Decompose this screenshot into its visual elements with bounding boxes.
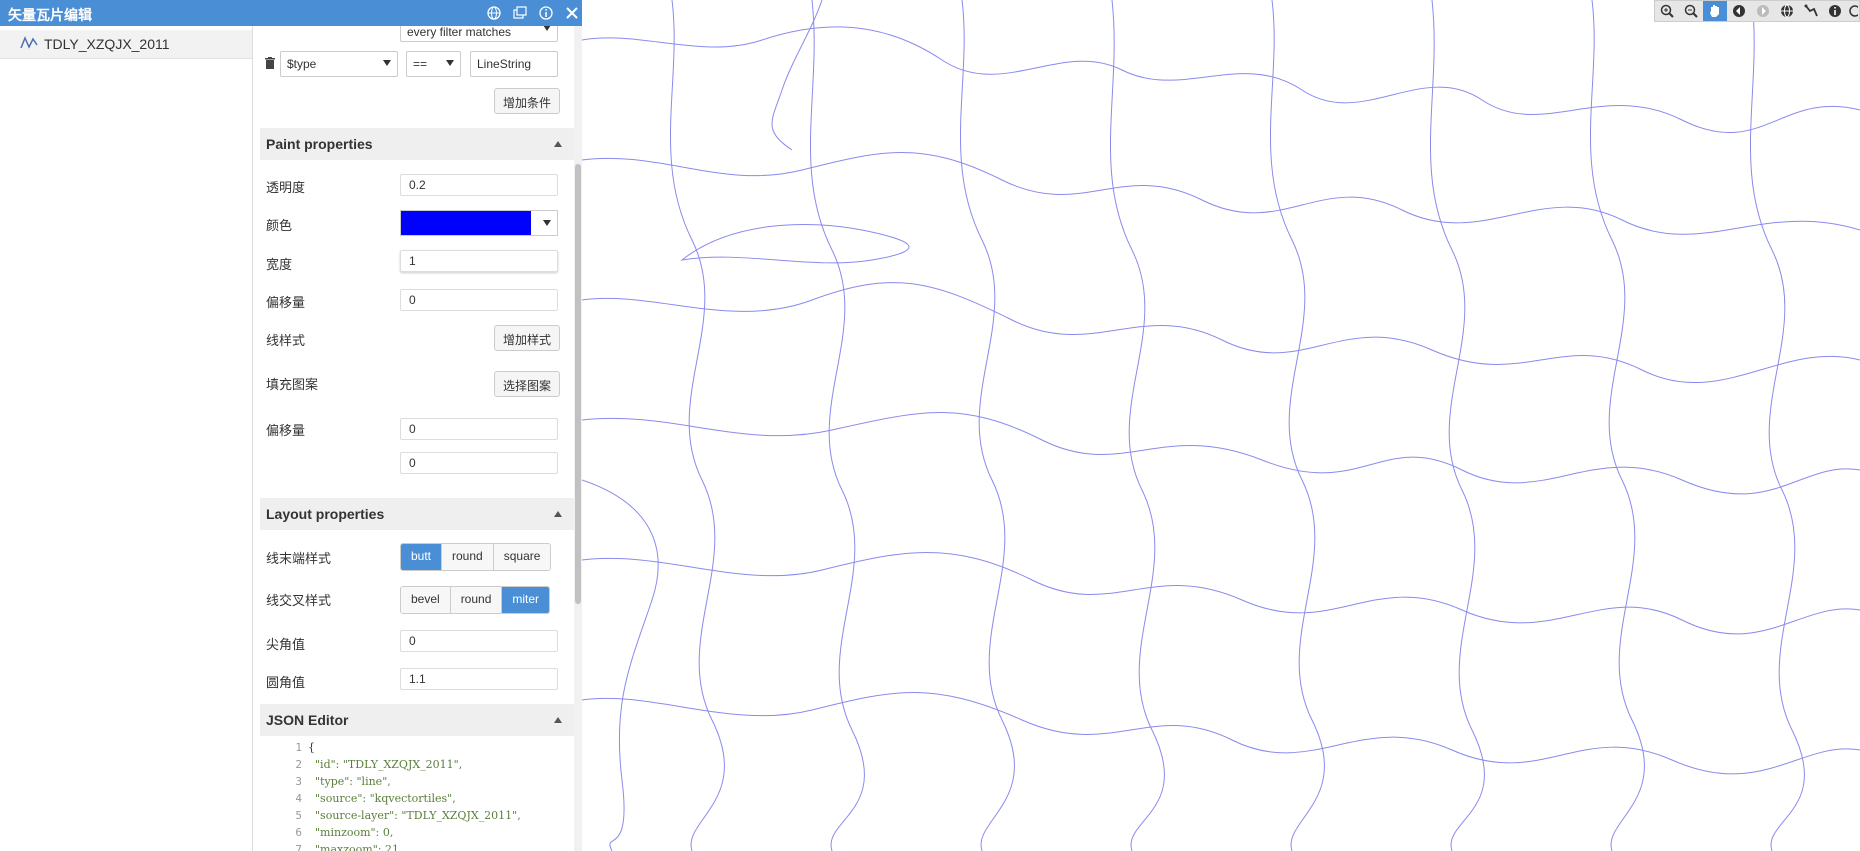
map-canvas[interactable] bbox=[582, 0, 1860, 851]
code-line: "maxzoom": 21 bbox=[308, 843, 399, 851]
dash-style-label: 线样式 bbox=[266, 333, 306, 348]
translate-y-input[interactable]: 0 bbox=[400, 452, 558, 474]
code-line: "source-layer": "TDLY_XZQJX_2011", bbox=[308, 809, 521, 822]
line-number: 7 bbox=[295, 843, 302, 851]
property-editor-panel: every filter matches $type == LineString… bbox=[260, 0, 574, 851]
color-picker[interactable] bbox=[400, 210, 558, 236]
line-join-label: 线交叉样式 bbox=[266, 593, 332, 608]
cap-option-square[interactable]: square bbox=[493, 544, 551, 570]
forward-icon[interactable] bbox=[1751, 1, 1775, 21]
layer-item-tdly-xzqjx-2011[interactable]: TDLY_XZQJX_2011 bbox=[0, 30, 252, 59]
close-icon[interactable] bbox=[562, 3, 582, 23]
line-number: 3 bbox=[295, 775, 302, 788]
layout-properties-title: Layout properties bbox=[266, 506, 385, 522]
layout-properties-header[interactable]: Layout properties bbox=[260, 498, 574, 530]
delete-condition-icon[interactable] bbox=[265, 57, 275, 72]
measure-icon[interactable] bbox=[1799, 1, 1823, 21]
round-limit-label: 圆角值 bbox=[266, 675, 306, 690]
offset-label: 偏移量 bbox=[266, 295, 306, 310]
globe-icon[interactable] bbox=[484, 3, 504, 23]
add-dash-style-button[interactable]: 增加样式 bbox=[494, 325, 561, 351]
filter-field-value: $type bbox=[287, 57, 317, 71]
line-number: 1 bbox=[295, 741, 302, 754]
filter-operator-select[interactable]: == bbox=[406, 51, 461, 77]
paint-properties-header[interactable]: Paint properties bbox=[260, 128, 574, 160]
layer-list-panel: TDLY_XZQJX_2011 bbox=[0, 0, 253, 851]
filter-value-input[interactable]: LineString bbox=[470, 51, 558, 77]
collapse-caret-icon bbox=[554, 717, 562, 723]
cap-option-round[interactable]: round bbox=[442, 544, 494, 570]
color-label: 颜色 bbox=[266, 218, 293, 233]
opacity-label: 透明度 bbox=[266, 180, 306, 195]
code-line: { bbox=[308, 741, 315, 754]
width-input[interactable]: 1 bbox=[400, 250, 558, 272]
code-line: "type": "line", bbox=[308, 775, 391, 788]
add-condition-button[interactable]: 增加条件 bbox=[494, 88, 561, 114]
panel-scrollbar[interactable] bbox=[574, 26, 582, 851]
translate-x-input[interactable]: 0 bbox=[400, 418, 558, 440]
editor-titlebar: 矢量瓦片编辑 bbox=[0, 0, 582, 26]
join-option-round[interactable]: round bbox=[450, 587, 503, 613]
filter-operator-value: == bbox=[413, 57, 428, 71]
collapse-caret-icon bbox=[554, 511, 562, 517]
miter-limit-label: 尖角值 bbox=[266, 637, 306, 652]
paint-properties-title: Paint properties bbox=[266, 136, 373, 152]
layer-item-label: TDLY_XZQJX_2011 bbox=[44, 36, 170, 52]
join-option-bevel[interactable]: bevel bbox=[401, 587, 451, 613]
width-label: 宽度 bbox=[266, 257, 293, 272]
line-layer-icon bbox=[20, 35, 38, 53]
zoom-out-icon[interactable] bbox=[1679, 1, 1703, 21]
json-code-editor[interactable]: 1 { 2 "id": "TDLY_XZQJX_2011", 3 "type":… bbox=[260, 737, 574, 851]
back-icon[interactable] bbox=[1727, 1, 1751, 21]
info-icon[interactable] bbox=[536, 3, 556, 23]
collapse-caret-icon bbox=[554, 141, 562, 147]
code-line: "minzoom": 0, bbox=[308, 826, 394, 839]
code-line: "source": "kqvectortiles", bbox=[308, 792, 456, 805]
chevron-down-icon bbox=[543, 220, 551, 226]
scrollbar-thumb[interactable] bbox=[575, 164, 581, 604]
opacity-input[interactable]: 0.2 bbox=[400, 174, 558, 196]
json-editor-header[interactable]: JSON Editor bbox=[260, 704, 574, 736]
globe-icon[interactable] bbox=[1775, 1, 1799, 21]
line-cap-toggle: butt round square bbox=[400, 543, 552, 571]
miter-limit-input[interactable]: 0 bbox=[400, 630, 558, 652]
zoom-in-icon[interactable] bbox=[1655, 1, 1679, 21]
line-join-toggle: bevel round miter bbox=[400, 586, 551, 614]
line-number: 4 bbox=[295, 792, 302, 805]
filter-value-text: LineString bbox=[477, 57, 532, 71]
pattern-label: 填充图案 bbox=[266, 377, 319, 392]
select-pattern-button[interactable]: 选择图案 bbox=[494, 371, 561, 397]
more-icon[interactable] bbox=[1847, 1, 1859, 21]
color-swatch bbox=[401, 211, 531, 235]
map-toolbar bbox=[1654, 0, 1860, 22]
filter-mode-value: every filter matches bbox=[407, 25, 512, 39]
line-number: 6 bbox=[295, 826, 302, 839]
round-limit-input[interactable]: 1.1 bbox=[400, 668, 558, 690]
line-cap-label: 线末端样式 bbox=[266, 551, 332, 566]
cap-option-butt[interactable]: butt bbox=[401, 544, 443, 570]
admin-boundaries bbox=[582, 0, 1860, 851]
join-option-miter[interactable]: miter bbox=[502, 587, 550, 613]
line-number: 5 bbox=[295, 809, 302, 822]
windows-icon[interactable] bbox=[510, 3, 530, 23]
window-title: 矢量瓦片编辑 bbox=[8, 8, 92, 24]
pan-hand-icon[interactable] bbox=[1703, 1, 1727, 21]
json-editor-title: JSON Editor bbox=[266, 712, 349, 728]
info-icon[interactable] bbox=[1823, 1, 1847, 21]
code-line: "id": "TDLY_XZQJX_2011", bbox=[308, 758, 463, 771]
line-number: 2 bbox=[295, 758, 302, 771]
translate-label: 偏移量 bbox=[266, 423, 306, 438]
offset-input[interactable]: 0 bbox=[400, 289, 558, 311]
filter-field-select[interactable]: $type bbox=[280, 51, 398, 77]
